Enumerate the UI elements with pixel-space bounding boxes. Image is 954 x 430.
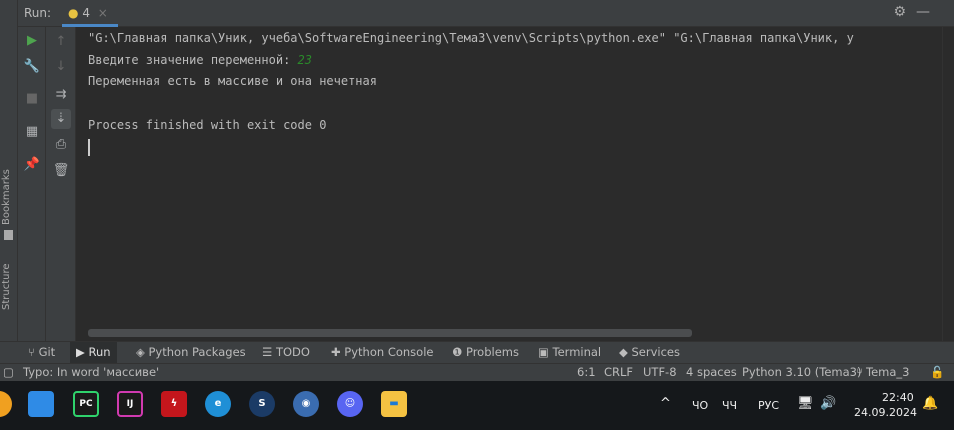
tab-label: Python Packages	[148, 345, 246, 359]
run-actions: ▶ 🔧 ■ ▦ 📌	[18, 27, 46, 341]
git-branch-icon: ⑂	[856, 365, 863, 379]
run-tab[interactable]: ● 4 ×	[62, 0, 118, 27]
line-separator[interactable]: CRLF	[604, 364, 633, 381]
tab-todo[interactable]: ☰ TODO	[256, 342, 316, 363]
command-line: "G:\Главная папка\Уник, учеба\SoftwareEn…	[88, 31, 854, 45]
network-icon[interactable]: 🖥	[797, 396, 814, 411]
pin-icon[interactable]: 📌	[22, 155, 42, 175]
run-toolwindow-header: Run: ● 4 × ⚙ —	[0, 0, 954, 27]
intellij-icon[interactable]: IJ	[117, 391, 143, 417]
layers-icon: ◈	[136, 345, 149, 359]
arrow-up-icon[interactable]: ↑	[51, 32, 71, 52]
print-icon[interactable]: ⎙	[51, 135, 71, 155]
services-icon: ◆	[619, 345, 632, 359]
acrobat-icon[interactable]: ϟ	[161, 391, 187, 417]
status-bar: ▢ Typo: In word 'массиве' 6:1 CRLF UTF-8…	[0, 363, 954, 381]
app-icon[interactable]: ◉	[293, 391, 319, 417]
tab-python-packages[interactable]: ◈ Python Packages	[130, 342, 252, 363]
tab-label: Git	[38, 345, 56, 359]
steam-icon[interactable]: S	[249, 391, 275, 417]
tab-label: Terminal	[552, 345, 602, 359]
rerun-icon[interactable]: ▶	[22, 31, 42, 51]
output-line: Переменная есть в массиве и она нечетная	[88, 74, 377, 88]
structure-tab[interactable]: Structure	[1, 263, 12, 310]
list-icon: ☰	[262, 345, 276, 359]
input-language[interactable]: РУС	[758, 399, 779, 412]
branch[interactable]: Tema_3	[866, 364, 909, 381]
prompt-line: Введите значение переменной: 23	[88, 53, 312, 67]
python-icon: ✚	[331, 345, 345, 359]
minimize-icon[interactable]: —	[916, 4, 930, 20]
layout-icon[interactable]: ▦	[22, 122, 42, 142]
tab-terminal[interactable]: ▣ Terminal	[532, 342, 607, 363]
wrench-icon[interactable]: 🔧	[22, 57, 42, 77]
caret-position[interactable]: 6:1	[577, 364, 596, 381]
clock-date[interactable]: 24.09.2024	[854, 406, 917, 419]
tab-label: 4	[82, 6, 90, 20]
volume-icon[interactable]: 🔊	[820, 396, 836, 411]
tab-services[interactable]: ◆ Services	[613, 342, 686, 363]
chevron-up-icon[interactable]: ^	[660, 396, 671, 411]
console-output[interactable]: "G:\Главная папка\Уник, учеба\SoftwareEn…	[77, 27, 942, 333]
vertical-scrollbar[interactable]	[942, 27, 954, 341]
terminal-icon: ▣	[538, 345, 553, 359]
bookmarks-tab[interactable]: Bookmarks	[1, 169, 12, 225]
clock-time[interactable]: 22:40	[882, 391, 914, 404]
trash-icon[interactable]: 🗑	[51, 161, 71, 181]
bookmark-icon	[4, 230, 13, 240]
horizontal-scrollbar[interactable]	[88, 329, 692, 337]
status-message[interactable]: Typo: In word 'массиве'	[23, 364, 159, 381]
vscode-icon[interactable]	[28, 391, 54, 417]
discord-icon[interactable]: ☺	[337, 391, 363, 417]
run-label: Run:	[24, 6, 52, 20]
taskbar: PC IJ ϟ e S ◉ ☺ ▬ ^ ЧО ЧЧ РУС 🖥 🔊 22:40 …	[0, 381, 954, 430]
gear-icon[interactable]: ⚙	[893, 4, 906, 20]
tab-label: Python Console	[344, 345, 434, 359]
tab-run[interactable]: ▶ Run	[70, 342, 117, 363]
tab-python-console[interactable]: ✚ Python Console	[325, 342, 439, 363]
tray-lang1[interactable]: ЧО	[692, 399, 708, 412]
tab-label: Problems	[465, 345, 519, 359]
close-icon[interactable]: ×	[98, 6, 108, 20]
tab-git[interactable]: ⑂ Git	[22, 342, 61, 363]
interpreter[interactable]: Python 3.10 (Tema3)	[742, 364, 861, 381]
encoding[interactable]: UTF-8	[643, 364, 677, 381]
console-actions: ↑ ↓ ⇉ ⇣ ⎙ 🗑	[46, 27, 76, 341]
notifications-icon[interactable]: 🔔	[922, 396, 938, 411]
pycharm-icon[interactable]: PC	[73, 391, 99, 417]
indent[interactable]: 4 spaces	[686, 364, 737, 381]
tab-label: Run	[88, 345, 111, 359]
tab-label: TODO	[275, 345, 310, 359]
play-icon: ▶	[76, 345, 89, 359]
tab-label: Services	[631, 345, 681, 359]
tab-problems[interactable]: ❶ Problems	[446, 342, 525, 363]
tray-lang2[interactable]: ЧЧ	[722, 399, 737, 412]
panel-icon[interactable]: ▢	[3, 364, 14, 381]
tool-window-bar: ⑂ Git ▶ Run ◈ Python Packages ☰ TODO ✚ P…	[0, 341, 954, 363]
prompt-text: Введите значение переменной:	[88, 53, 298, 67]
partial-app-icon[interactable]	[0, 391, 12, 417]
left-stripe: Bookmarks Structure	[0, 0, 18, 341]
lock-icon[interactable]: 🔓	[930, 364, 944, 381]
scroll-to-end-icon[interactable]: ⇣	[51, 109, 71, 129]
git-branch-icon: ⑂	[28, 345, 39, 359]
user-input: 23	[297, 53, 312, 67]
soft-wrap-icon[interactable]: ⇉	[51, 85, 71, 105]
stop-icon[interactable]: ■	[22, 89, 42, 109]
warning-icon: ❶	[452, 345, 466, 359]
edge-icon[interactable]: e	[205, 391, 231, 417]
python-icon: ●	[68, 6, 79, 20]
arrow-down-icon[interactable]: ↓	[51, 57, 71, 77]
exit-line: Process finished with exit code 0	[88, 118, 327, 132]
file-explorer-icon[interactable]: ▬	[381, 391, 407, 417]
text-caret	[88, 139, 90, 156]
